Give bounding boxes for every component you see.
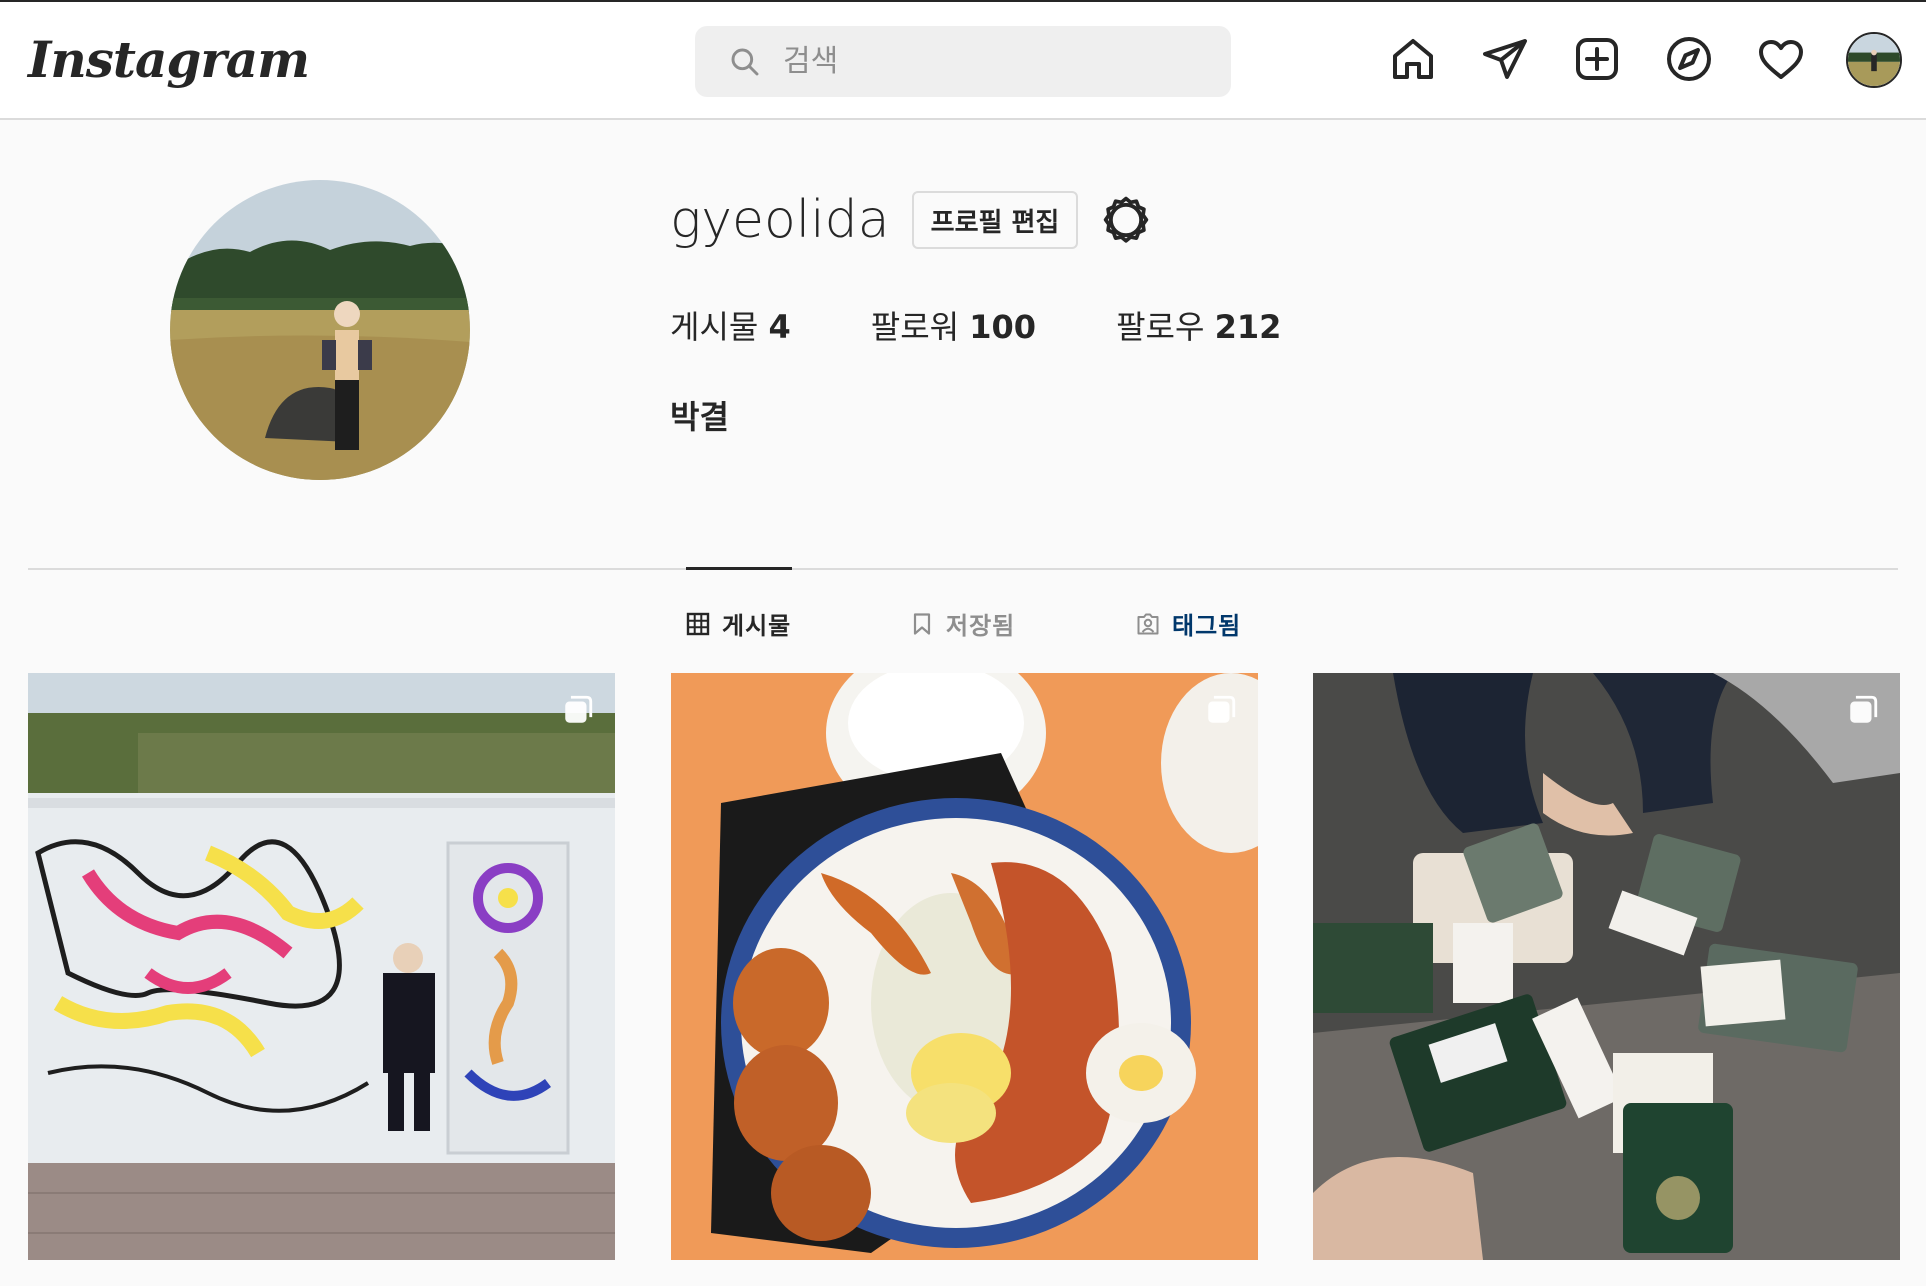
new-post-icon [1576,38,1618,80]
settings-gear-icon[interactable] [1100,194,1152,246]
tab-posts[interactable]: 게시물 [686,606,791,641]
post-image [28,673,615,1260]
tab-tagged[interactable]: 태그됨 [1136,606,1241,641]
stat-label: 팔로우 [1116,308,1205,346]
tab-label: 저장됨 [946,612,1016,640]
post-image [671,673,1258,1260]
home-button[interactable] [1388,34,1438,84]
edit-profile-button[interactable]: 프로필 편집 [912,191,1078,249]
instagram-logo[interactable]: Instagram [28,30,310,89]
avatar [1848,34,1900,86]
stat-value: 4 [768,308,791,346]
profile-photo [170,180,470,480]
top-navigation-bar: Instagram [0,0,1926,120]
active-tab-indicator [686,567,792,570]
bookmark-icon [913,612,931,635]
nav-icons [1388,34,1848,84]
multiple-photos-icon [1850,695,1878,723]
search-input[interactable] [783,44,1203,79]
stat-value: 212 [1214,308,1282,346]
stat-label: 게시물 [670,308,759,346]
post-thumbnail-1[interactable] [28,673,615,1260]
profile-picture[interactable] [170,180,470,480]
posts-count: 게시물 4 [670,302,791,348]
grid-icon [686,612,710,635]
profile-stats: 게시물 4 팔로워 100 팔로우 212 [670,302,1361,348]
tagged-user-icon [1137,613,1159,634]
post-image [1313,673,1900,1260]
explore-button[interactable] [1664,34,1714,84]
stat-label: 팔로워 [870,308,960,346]
profile-full-name: 박결 [670,398,729,436]
post-thumbnail-2[interactable] [671,673,1258,1260]
explore-icon [1667,37,1711,81]
new-post-button[interactable] [1572,34,1622,84]
activity-heart-icon [1759,40,1803,79]
direct-message-icon [1483,39,1527,79]
tab-label: 태그됨 [1172,612,1242,640]
home-icon [1393,39,1433,79]
followers-count[interactable]: 팔로워 100 [871,302,1036,348]
post-thumbnail-3[interactable] [1313,673,1900,1260]
profile-tabs-divider [28,568,1898,570]
tab-label: 게시물 [722,612,792,640]
tab-saved[interactable]: 저장됨 [910,606,1015,641]
multiple-photos-icon [565,695,593,723]
direct-message-button[interactable] [1480,34,1530,84]
search-box[interactable] [695,26,1231,97]
following-count[interactable]: 팔로우 212 [1116,302,1281,348]
profile-avatar-button[interactable] [1846,32,1902,88]
multiple-photos-icon [1208,695,1236,723]
search-icon [731,48,759,75]
activity-button[interactable] [1756,34,1806,84]
stat-value: 100 [969,308,1037,346]
profile-username: gyeolida [670,190,890,250]
